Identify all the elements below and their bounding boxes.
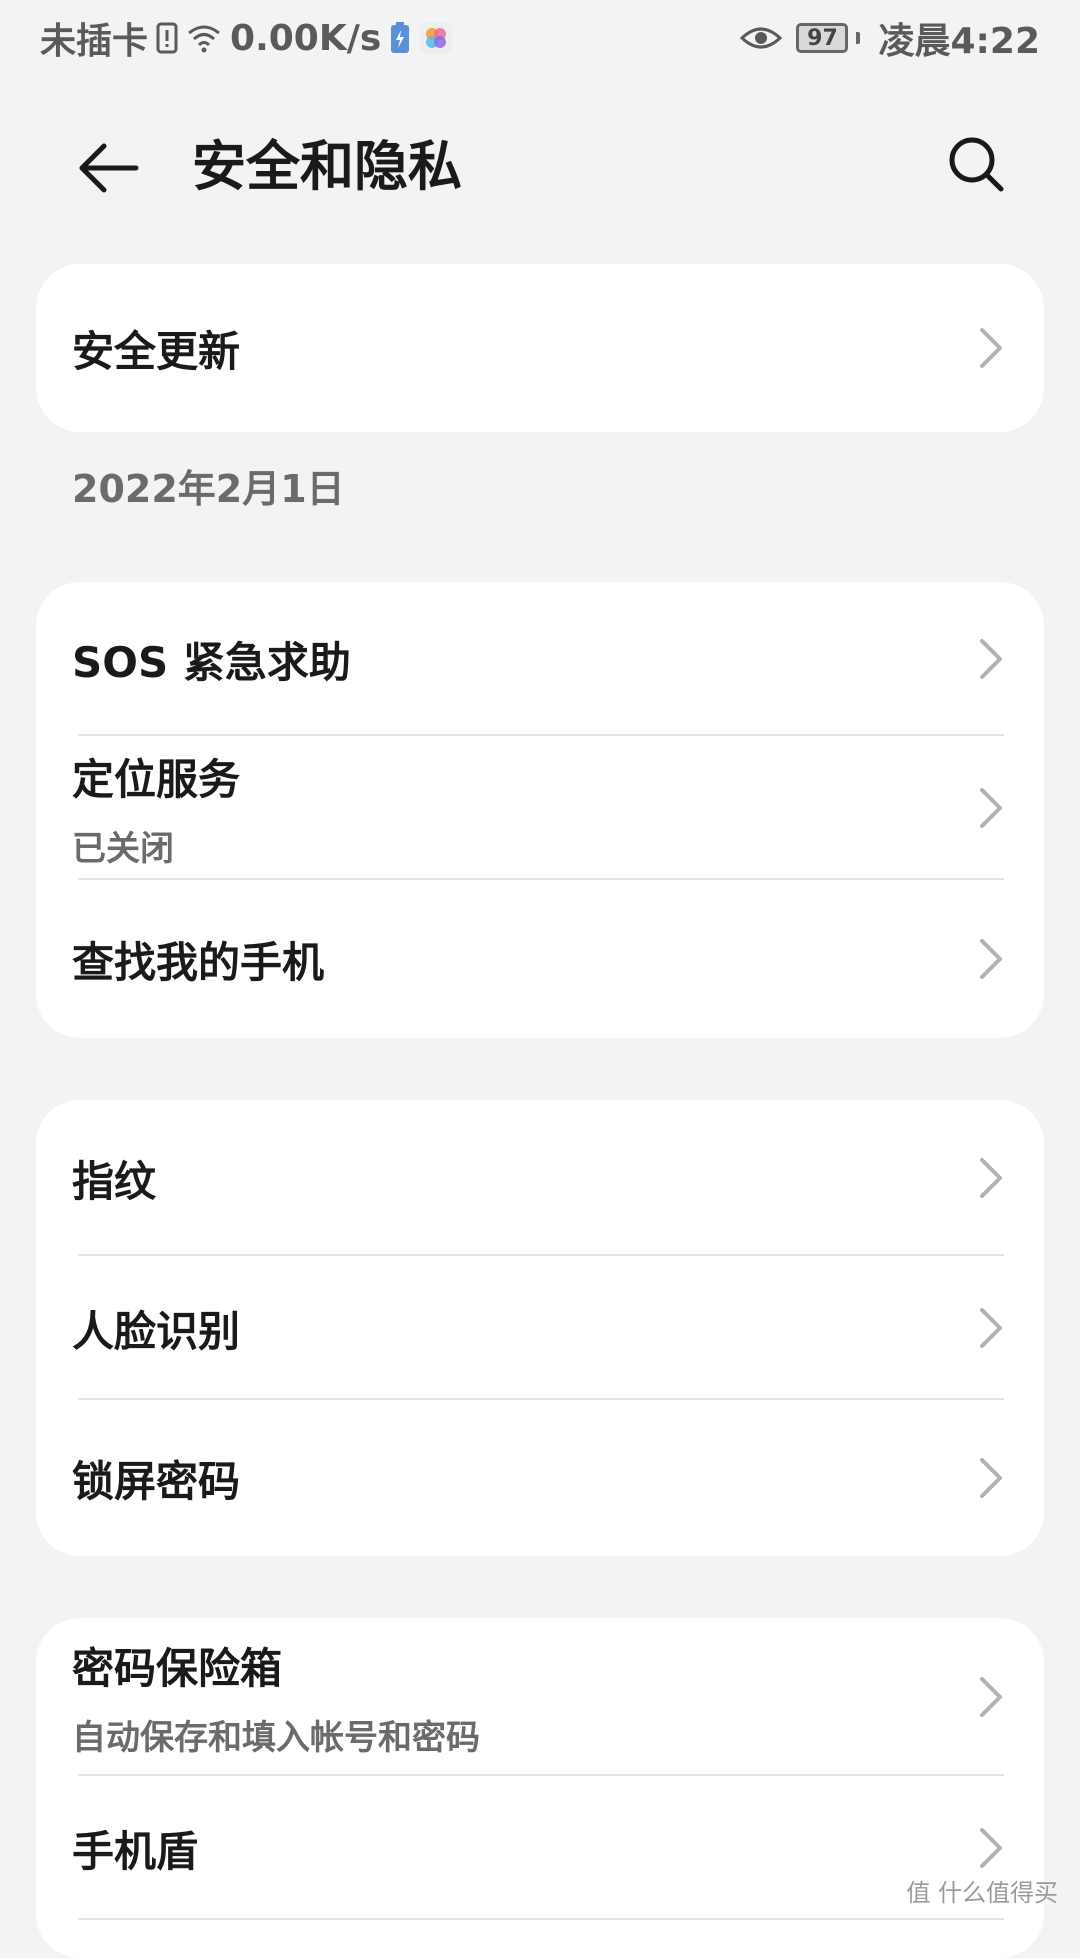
fingerprint-row[interactable]: 指纹 (36, 1100, 1044, 1256)
chevron-right-icon (980, 1308, 1002, 1348)
watermark: 值 什么值得买 (906, 1873, 1058, 1908)
phone-shield-row[interactable]: 手机盾 (36, 1776, 1044, 1920)
biometrics-card: 指纹 人脸识别 锁屏密码 (36, 1100, 1044, 1556)
password-shield-card: 密码保险箱 自动保存和填入帐号和密码 手机盾 (36, 1618, 1044, 1958)
row-title: 查找我的手机 (72, 937, 325, 987)
security-update-row[interactable]: 安全更新 (36, 264, 1044, 432)
page-title: 安全和隐私 (192, 135, 462, 198)
chevron-right-icon (980, 328, 1002, 368)
status-bar-left: 未插卡 0.00K/s (40, 12, 453, 64)
row-title: 锁屏密码 (72, 1456, 241, 1506)
search-button[interactable] (936, 124, 1016, 204)
chevron-right-icon (980, 1158, 1002, 1198)
clock-text: 凌晨4:22 (878, 21, 1040, 62)
back-arrow-icon (79, 143, 139, 193)
password-vault-row[interactable]: 密码保险箱 自动保存和填入帐号和密码 (36, 1618, 1044, 1776)
find-my-phone-row[interactable]: 查找我的手机 (36, 880, 1044, 1038)
status-bar: 未插卡 0.00K/s 97 凌晨4:22 (0, 0, 1080, 76)
chevron-right-icon (980, 939, 1002, 979)
row-title: 定位服务 (72, 755, 241, 804)
row-title: 手机盾 (72, 1826, 199, 1876)
battery-tip (856, 32, 861, 44)
sim-alert-icon (156, 22, 178, 54)
battery-level: 97 (796, 23, 849, 53)
search-icon (949, 137, 1004, 192)
row-subtitle: 自动保存和填入帐号和密码 (72, 1718, 480, 1758)
lock-screen-password-row[interactable]: 锁屏密码 (36, 1400, 1044, 1556)
gallery-app-icon (419, 21, 453, 55)
chevron-right-icon (980, 1677, 1002, 1717)
location-service-row[interactable]: 定位服务 已关闭 (36, 736, 1044, 880)
row-title: 指纹 (72, 1156, 157, 1206)
security-update-card: 安全更新 (36, 264, 1044, 432)
app-bar: 安全和隐私 (0, 88, 1080, 228)
back-button[interactable] (68, 128, 148, 208)
carrier-text: 未插卡 (40, 21, 149, 62)
status-bar-right: 97 凌晨4:22 (740, 12, 1040, 64)
chevron-right-icon (980, 639, 1002, 679)
eye-comfort-icon (740, 24, 783, 52)
security-update-date: 2022年2月1日 (72, 467, 345, 511)
wifi-icon (186, 23, 222, 53)
net-speed-text: 0.00K/s (230, 17, 382, 59)
row-title: 密码保险箱 (72, 1644, 283, 1693)
row-subtitle: 已关闭 (72, 829, 174, 869)
chevron-right-icon (980, 1828, 1002, 1868)
row-title: SOS 紧急求助 (72, 637, 351, 687)
watermark-text: 值 什么值得买 (906, 1879, 1058, 1907)
chevron-right-icon (980, 788, 1002, 828)
battery-charging-app-icon (389, 21, 411, 55)
emergency-location-card: SOS 紧急求助 定位服务 已关闭 查找我的手机 (36, 582, 1044, 1038)
sos-row[interactable]: SOS 紧急求助 (36, 582, 1044, 736)
row-title: 安全更新 (72, 326, 241, 376)
face-recognition-row[interactable]: 人脸识别 (36, 1256, 1044, 1400)
row-title: 人脸识别 (72, 1306, 241, 1356)
chevron-right-icon (980, 1458, 1002, 1498)
